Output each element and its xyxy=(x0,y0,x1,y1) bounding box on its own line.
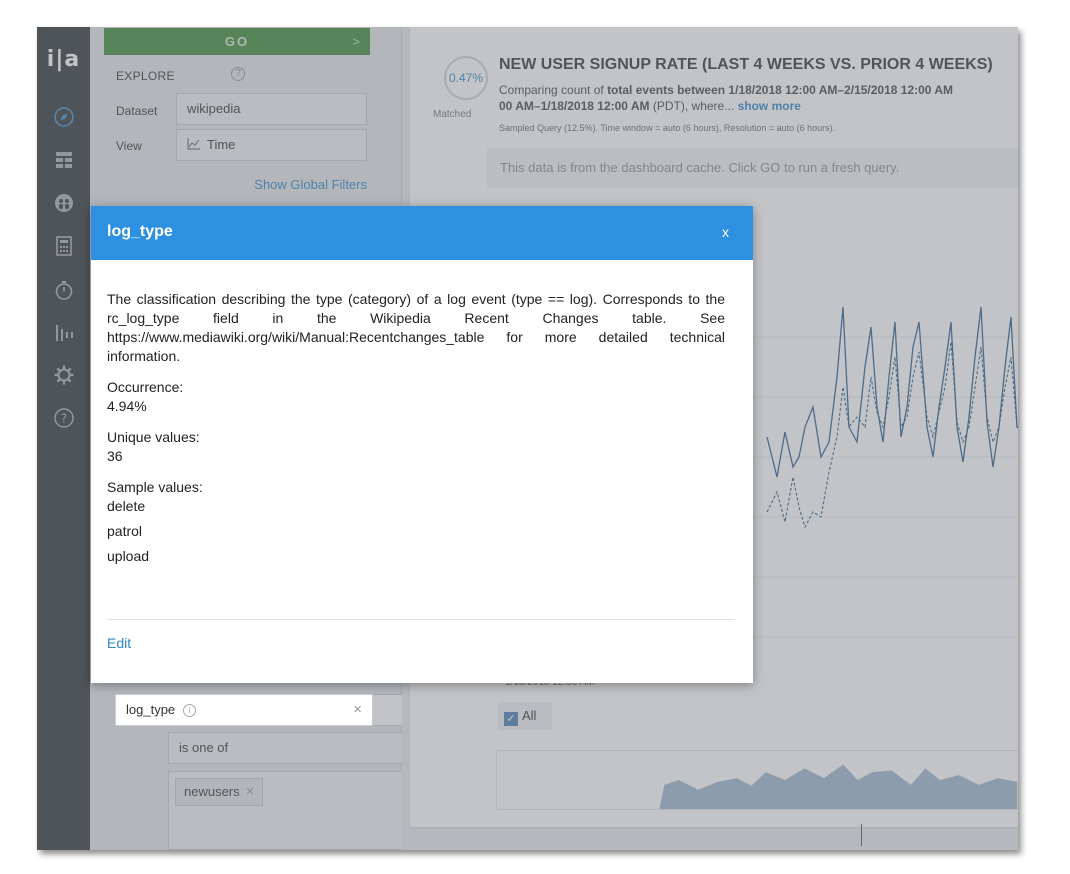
dialog-divider xyxy=(107,619,735,620)
occurrence-label: Occurrence: xyxy=(107,379,184,395)
active-filter-column-field[interactable]: log_type i × xyxy=(115,694,373,726)
edit-link[interactable]: Edit xyxy=(107,635,131,651)
sample-value: patrol xyxy=(107,523,143,539)
unique-values-value: 36 xyxy=(107,448,123,464)
dialog-body: The classification describing the type (… xyxy=(91,260,753,566)
dialog-close-button[interactable]: x xyxy=(722,224,729,240)
column-description: The classification describing the type (… xyxy=(107,291,725,364)
close-icon[interactable]: × xyxy=(353,695,362,725)
sample-value: upload xyxy=(107,548,150,564)
sample-value: delete xyxy=(107,498,146,514)
column-info-dialog: log_type x The classification describing… xyxy=(91,206,753,683)
sample-values-list: delete patrol upload xyxy=(107,497,725,566)
info-icon[interactable]: i xyxy=(183,704,197,717)
occurrence-value: 4.94% xyxy=(107,398,147,414)
active-filter-column-name: log_type xyxy=(126,702,176,717)
dialog-title: log_type xyxy=(107,223,173,240)
sample-values-label: Sample values: xyxy=(107,479,203,495)
unique-values-label: Unique values: xyxy=(107,429,200,445)
dialog-header: log_type x xyxy=(91,206,753,260)
app-window: i|a ? GO > EXPLORE ? Dataset wikipedia V… xyxy=(37,27,1018,850)
